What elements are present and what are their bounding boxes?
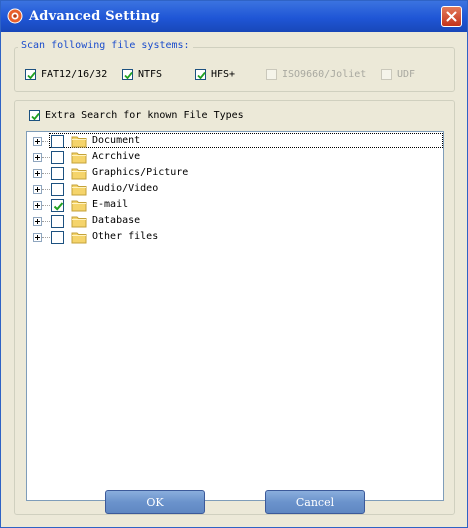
fs-udf-label: UDF [397,69,416,80]
extra-search-option[interactable]: Extra Search for known File Types [29,110,244,121]
filesystem-group-legend: Scan following file systems: [18,40,193,51]
expand-icon[interactable] [33,169,42,178]
fs-iso9660-option: ISO9660/Joliet [266,69,366,80]
tree-label: Graphics/Picture [92,167,189,178]
tree-connector [42,189,50,190]
tree-checkbox-database[interactable] [51,215,64,228]
tree-label: Audio/Video [92,183,159,194]
fs-hfs-label: HFS+ [211,69,236,80]
expand-icon[interactable] [33,233,42,242]
tree-checkbox-audio-video[interactable] [51,183,64,196]
close-button[interactable] [441,6,462,27]
tree-label: Document [92,135,141,146]
fs-fat-checkbox[interactable] [25,69,36,80]
tree-connector [42,221,50,222]
tree-item-document[interactable]: Document [27,133,443,149]
tree-connector [42,173,50,174]
app-icon [7,8,23,24]
tree-connector [42,205,50,206]
tree-connector [42,237,50,238]
tree-checkbox-email[interactable] [51,199,64,212]
tree-checkbox-graphics[interactable] [51,167,64,180]
folder-icon [71,152,87,164]
fs-udf-checkbox [381,69,392,80]
fs-hfs-option[interactable]: HFS+ [195,69,235,80]
tree-label: Other files [92,231,159,242]
fs-fat-label: FAT12/16/32 [41,69,108,80]
tree-item-graphics[interactable]: Graphics/Picture [27,165,443,181]
expand-icon[interactable] [33,153,42,162]
tree-item-other-files[interactable]: Other files [27,229,443,245]
tree-item-audio-video[interactable]: Audio/Video [27,181,443,197]
fs-iso9660-checkbox [266,69,277,80]
tree-item-database[interactable]: Database [27,213,443,229]
extra-search-label: Extra Search for known File Types [45,110,244,121]
advanced-setting-dialog: Advanced Setting Scan following file sys… [0,0,468,528]
window-title: Advanced Setting [29,9,160,24]
folder-icon [71,200,87,212]
title-bar[interactable]: Advanced Setting [1,1,467,32]
folder-icon [71,168,87,180]
expand-icon[interactable] [33,201,42,210]
expand-icon[interactable] [33,137,42,146]
fs-fat-option[interactable]: FAT12/16/32 [25,69,107,80]
tree-label: E-mail [92,199,129,210]
fs-ntfs-label: NTFS [138,69,163,80]
expand-icon[interactable] [33,185,42,194]
fs-udf-option: UDF [381,69,415,80]
tree-item-archive[interactable]: Acrchive [27,149,443,165]
folder-icon [71,232,87,244]
ok-button[interactable]: OK [105,490,205,514]
fs-hfs-checkbox[interactable] [195,69,206,80]
tree-checkbox-other-files[interactable] [51,231,64,244]
tree-checkbox-document[interactable] [51,135,64,148]
dialog-body: Scan following file systems: FAT12/16/32… [5,32,463,524]
extra-search-checkbox[interactable] [29,110,40,121]
cancel-button[interactable]: Cancel [265,490,365,514]
tree-checkbox-archive[interactable] [51,151,64,164]
expand-icon[interactable] [33,217,42,226]
folder-icon [71,216,87,228]
folder-icon [71,136,87,148]
tree-connector [42,157,50,158]
tree-label: Database [92,215,141,226]
fs-ntfs-checkbox[interactable] [122,69,133,80]
folder-icon [71,184,87,196]
tree-label: Acrchive [92,151,141,162]
close-icon [446,11,457,22]
tree-item-email[interactable]: E-mail [27,197,443,213]
fs-iso9660-label: ISO9660/Joliet [282,69,367,80]
file-type-tree[interactable]: Document Acrchive Graphics/Picture Audio… [26,131,444,501]
fs-ntfs-option[interactable]: NTFS [122,69,162,80]
